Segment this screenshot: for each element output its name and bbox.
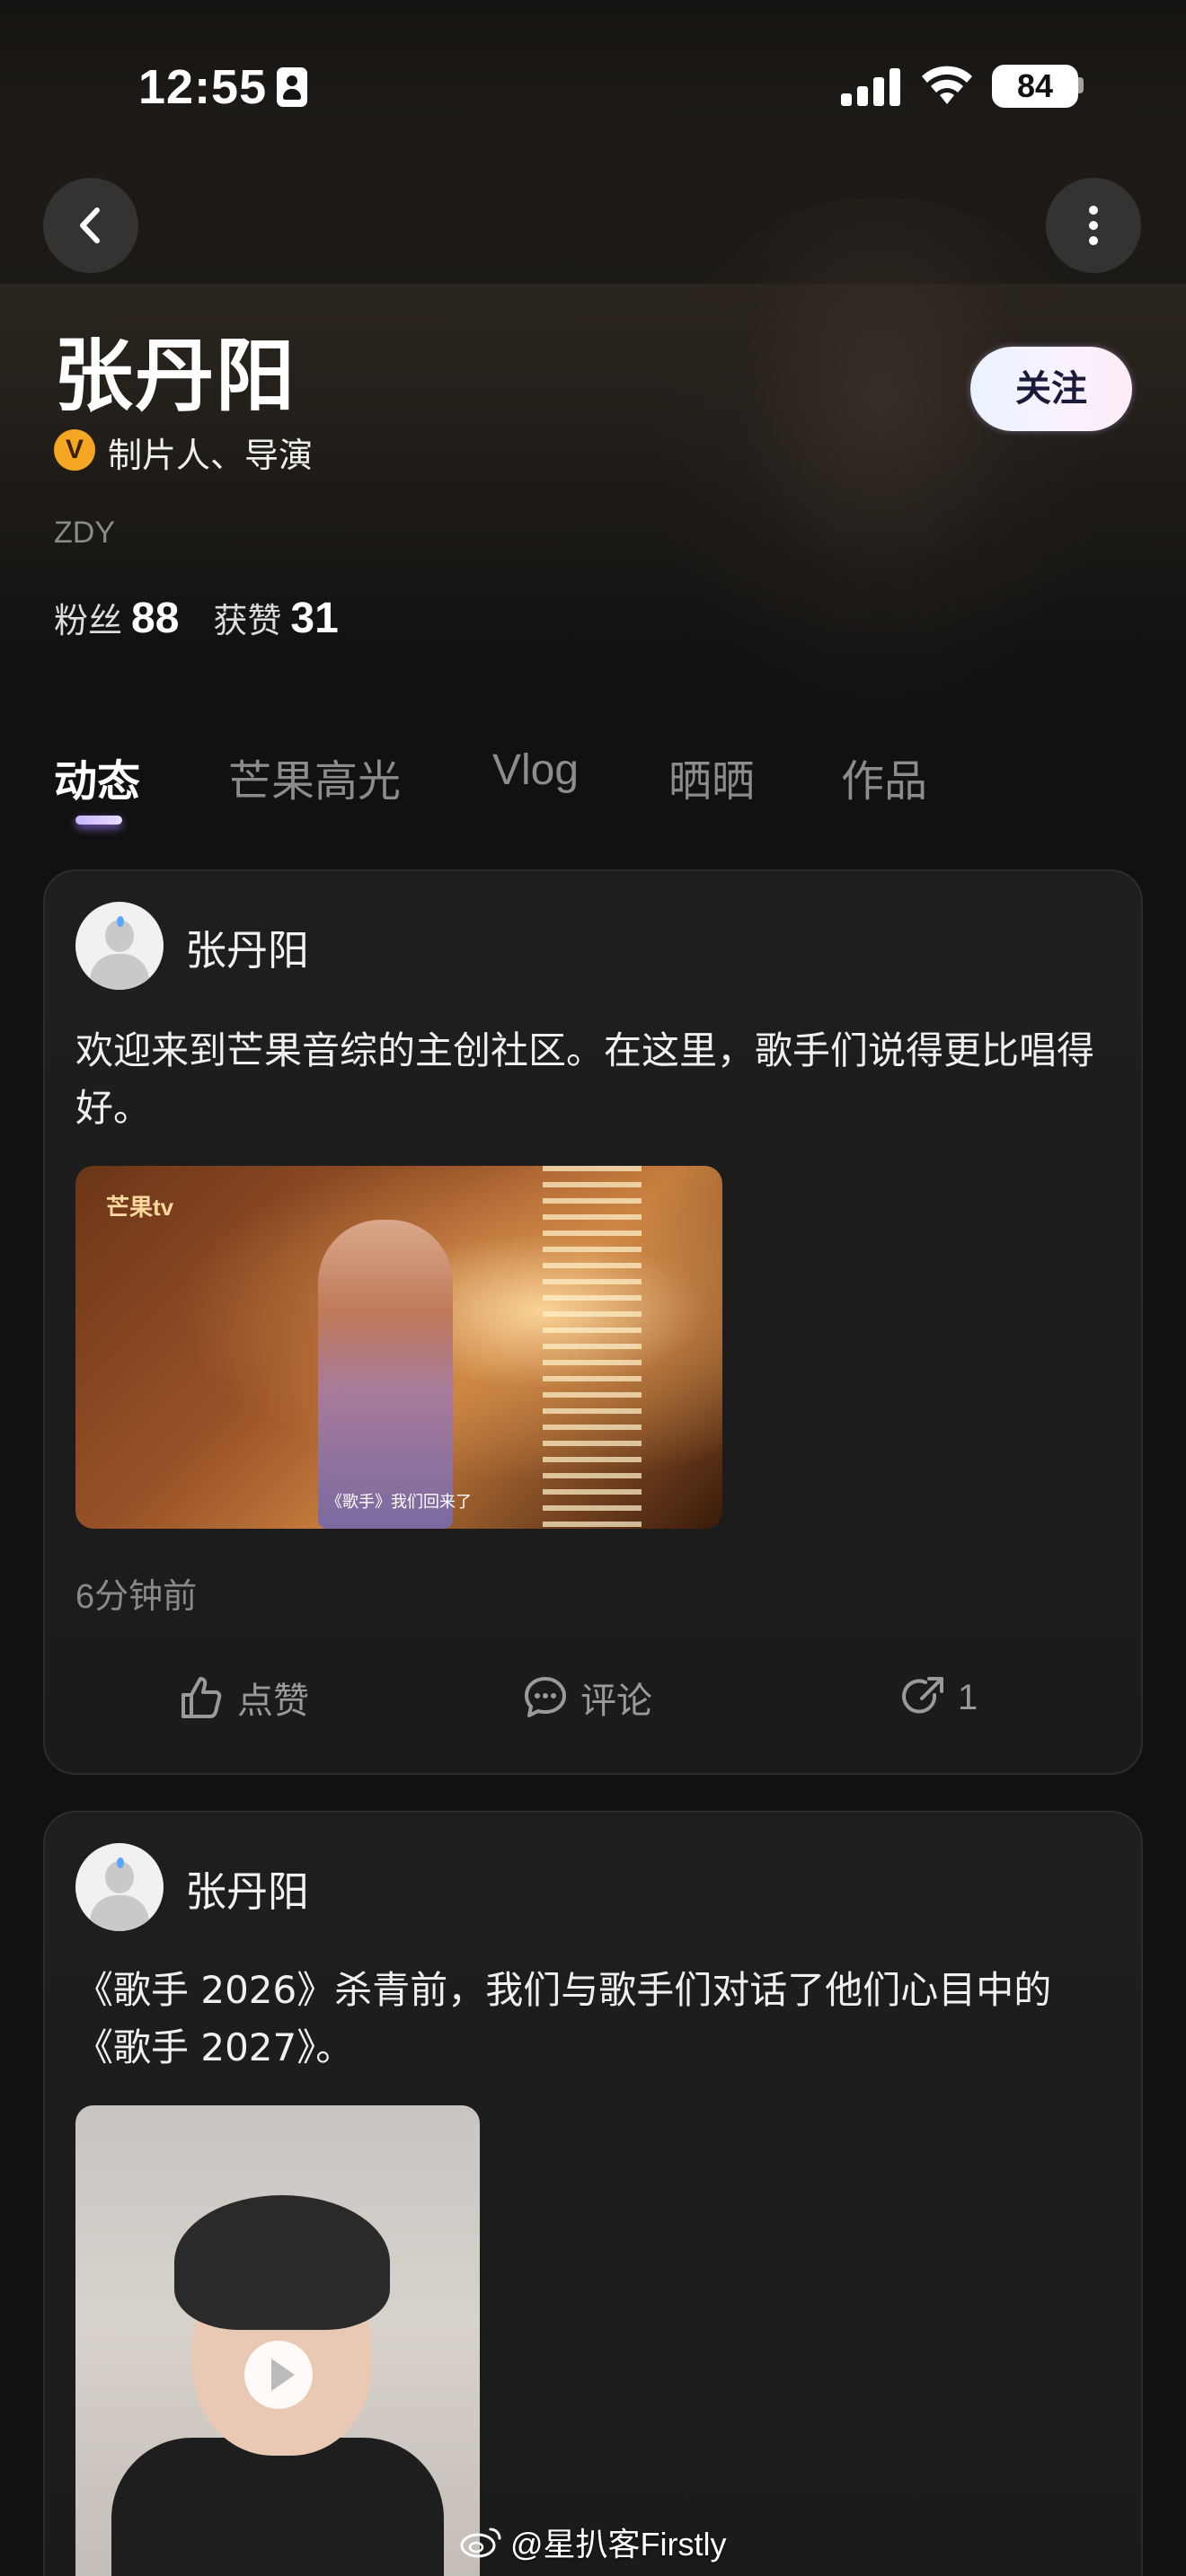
profile-stats: 粉丝 88 获赞 31 [54,593,373,643]
avatar[interactable] [75,1843,164,1931]
tab-shaishai[interactable]: 晒晒 [668,745,755,808]
battery-level: 84 [1016,67,1054,104]
tab-dongtai[interactable]: 动态 [54,745,140,808]
comment-bubble-icon [525,1677,566,1717]
share-icon [902,1677,943,1714]
post-card[interactable]: 张丹阳 欢迎来到芒果音综的主创社区。在这里，歌手们说得更比唱得好。 芒果tv 《… [43,869,1143,1775]
focus-person-icon [277,67,307,107]
stage-lights [543,1166,642,1529]
likes-count: 31 [290,595,339,642]
profile-handle: ZDY [54,516,115,550]
post-author[interactable]: 张丹阳 [185,1859,309,1919]
profile-role: 制片人、导演 [108,436,314,475]
post-video-thumbnail[interactable] [75,2105,480,2576]
share-button[interactable]: 1 [898,1662,978,1734]
tab-vlog[interactable]: Vlog [492,745,579,795]
like-button[interactable]: 点赞 [178,1662,309,1734]
hair-figure [174,2195,390,2330]
avatar[interactable] [75,902,164,990]
chevron-left-icon [80,207,100,243]
battery-tip [1078,77,1084,93]
profile-name: 张丹阳 [54,330,297,422]
comment-label: 评论 [580,1681,652,1722]
fans-label: 粉丝 [54,601,123,640]
cover-portrait [656,198,1105,701]
weibo-watermark: @星扒客Firstly [458,2519,727,2565]
cellular-signal-icon [841,66,900,106]
video-caption: 《歌手》我们回来了 [326,1493,472,1512]
post-actions: 点赞 评论 1 [45,1662,1141,1734]
share-count: 1 [958,1677,978,1717]
post-card[interactable]: 张丹阳 《歌手 2026》杀青前，我们与歌手们对话了他们心目中的《歌手 2027… [43,1811,1143,2576]
singer-figure [318,1220,453,1529]
fans-count[interactable]: 88 [131,594,179,643]
back-button[interactable] [43,178,138,273]
status-time: 12:55 [138,60,268,114]
battery-indicator: 84 [992,65,1078,108]
post-text: 欢迎来到芒果音综的主创社区。在这里，歌手们说得更比唱得好。 [75,1028,1095,1130]
like-label: 点赞 [237,1681,309,1722]
more-vertical-icon [1089,206,1098,245]
play-icon[interactable] [244,2341,313,2409]
active-tab-indicator [75,816,122,825]
post-video-thumbnail[interactable]: 芒果tv 《歌手》我们回来了 [75,1166,722,1529]
post-text: 《歌手 2026》杀青前，我们与歌手们对话了他们心目中的《歌手 2027》。 [75,1968,1052,2069]
mango-tv-logo: 芒果tv [106,1194,174,1221]
comment-button[interactable]: 评论 [521,1662,652,1734]
post-time: 6分钟前 [75,1578,198,1616]
jacket-figure [111,2438,444,2576]
watermark-text: @星扒客Firstly [510,2526,727,2563]
tab-works[interactable]: 作品 [841,745,927,808]
weibo-logo-icon [460,2527,501,2558]
likes-label: 获赞 [213,601,282,640]
post-author[interactable]: 张丹阳 [185,918,309,977]
more-button[interactable] [1046,178,1141,273]
follow-button[interactable]: 关注 [970,347,1132,431]
tab-mango-highlights[interactable]: 芒果高光 [228,745,401,808]
verified-badge-icon: V [54,429,95,471]
wifi-icon [922,66,972,104]
thumbs-up-icon [181,1677,222,1718]
